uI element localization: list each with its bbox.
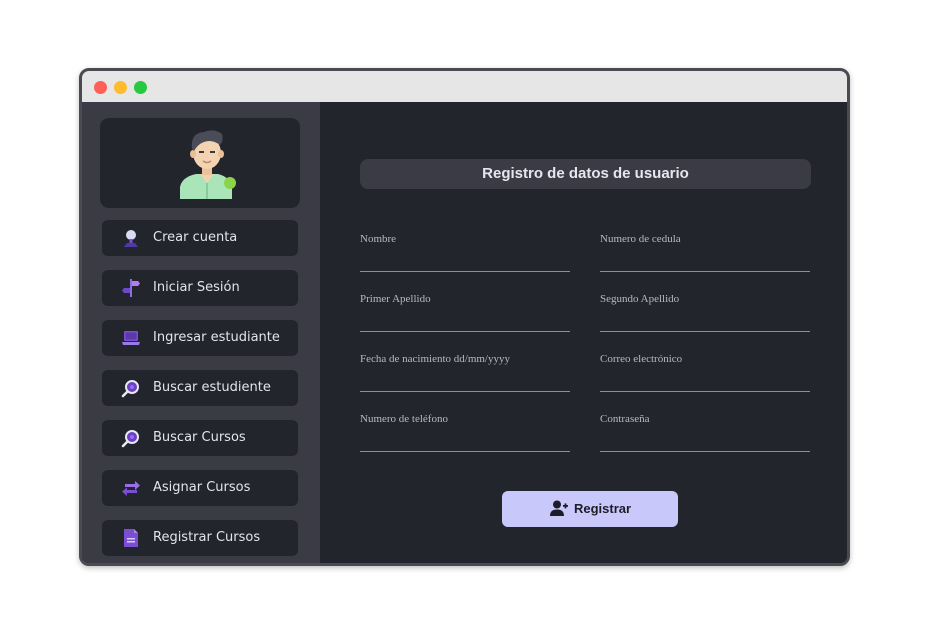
swap-arrows-icon — [122, 481, 140, 496]
primer-apellido-field: Primer Apellido — [360, 293, 570, 337]
title-bar — [82, 71, 847, 102]
form-title: Registro de datos de usuario — [360, 159, 811, 189]
primer-apellido-label: Primer Apellido — [360, 293, 431, 305]
registration-form-panel: Registro de datos de usuario Nombre Nume… — [320, 102, 847, 563]
sidebar-item-buscar-cursos[interactable]: Buscar Cursos — [102, 420, 298, 456]
minimize-window-button[interactable] — [114, 81, 127, 94]
maximize-window-button[interactable] — [134, 81, 147, 94]
nombre-input[interactable] — [360, 251, 570, 272]
contrasena-label: Contraseña — [600, 413, 650, 425]
nombre-field: Nombre — [360, 233, 570, 277]
segundo-apellido-input[interactable] — [600, 311, 810, 332]
sidebar: Crear cuenta Iniciar Sesión Ingresar est… — [82, 102, 320, 563]
sidebar-item-iniciar-sesion[interactable]: Iniciar Sesión — [102, 270, 298, 306]
user-pin-icon — [124, 230, 138, 247]
signpost-icon — [122, 279, 140, 297]
search-icon — [121, 430, 139, 448]
sidebar-item-asignar-cursos[interactable]: Asignar Cursos — [102, 470, 298, 506]
sidebar-item-label: Buscar Cursos — [153, 430, 246, 445]
contrasena-field: Contraseña — [600, 413, 810, 457]
sidebar-item-registrar-cursos[interactable]: Registrar Cursos — [102, 520, 298, 556]
search-icon — [121, 380, 139, 398]
primer-apellido-input[interactable] — [360, 311, 570, 332]
segundo-apellido-label: Segundo Apellido — [600, 293, 680, 305]
sidebar-item-label: Crear cuenta — [153, 230, 238, 245]
cedula-field: Numero de cedula — [600, 233, 810, 277]
sidebar-item-label: Iniciar Sesión — [153, 280, 240, 295]
segundo-apellido-field: Segundo Apellido — [600, 293, 810, 337]
user-avatar-panel — [100, 118, 300, 208]
sidebar-item-label: Asignar Cursos — [153, 480, 251, 495]
avatar-icon — [180, 130, 236, 199]
registrar-button-label: Registrar — [574, 501, 632, 516]
telefono-field: Numero de teléfono — [360, 413, 570, 457]
add-user-icon — [550, 500, 568, 516]
nombre-label: Nombre — [360, 233, 397, 245]
sidebar-item-label: Registrar Cursos — [153, 530, 261, 545]
cedula-label: Numero de cedula — [600, 233, 681, 245]
sidebar-item-buscar-estudiante[interactable]: Buscar estudiente — [102, 370, 298, 406]
fecha-nacimiento-field: Fecha de nacimiento dd/mm/yyyy — [360, 353, 570, 397]
contrasena-input[interactable] — [600, 431, 810, 452]
fecha-nacimiento-label: Fecha de nacimiento dd/mm/yyyy — [360, 353, 510, 365]
sidebar-item-label: Ingresar estudiante — [153, 330, 280, 345]
sidebar-item-crear-cuenta[interactable]: Crear cuenta — [102, 220, 298, 256]
sidebar-item-label: Buscar estudiente — [153, 380, 271, 395]
telefono-input[interactable] — [360, 431, 570, 452]
fecha-nacimiento-input[interactable] — [360, 371, 570, 392]
app-window: Crear cuenta Iniciar Sesión Ingresar est… — [79, 68, 850, 566]
sidebar-item-ingresar-estudiante[interactable]: Ingresar estudiante — [102, 320, 298, 356]
registrar-button[interactable]: Registrar — [502, 491, 678, 527]
document-icon — [124, 529, 138, 547]
telefono-label: Numero de teléfono — [360, 413, 448, 425]
correo-field: Correo electrónico — [600, 353, 810, 397]
close-window-button[interactable] — [94, 81, 107, 94]
correo-label: Correo electrónico — [600, 353, 683, 365]
correo-input[interactable] — [600, 371, 810, 392]
laptop-icon — [122, 331, 140, 345]
cedula-input[interactable] — [600, 251, 810, 272]
